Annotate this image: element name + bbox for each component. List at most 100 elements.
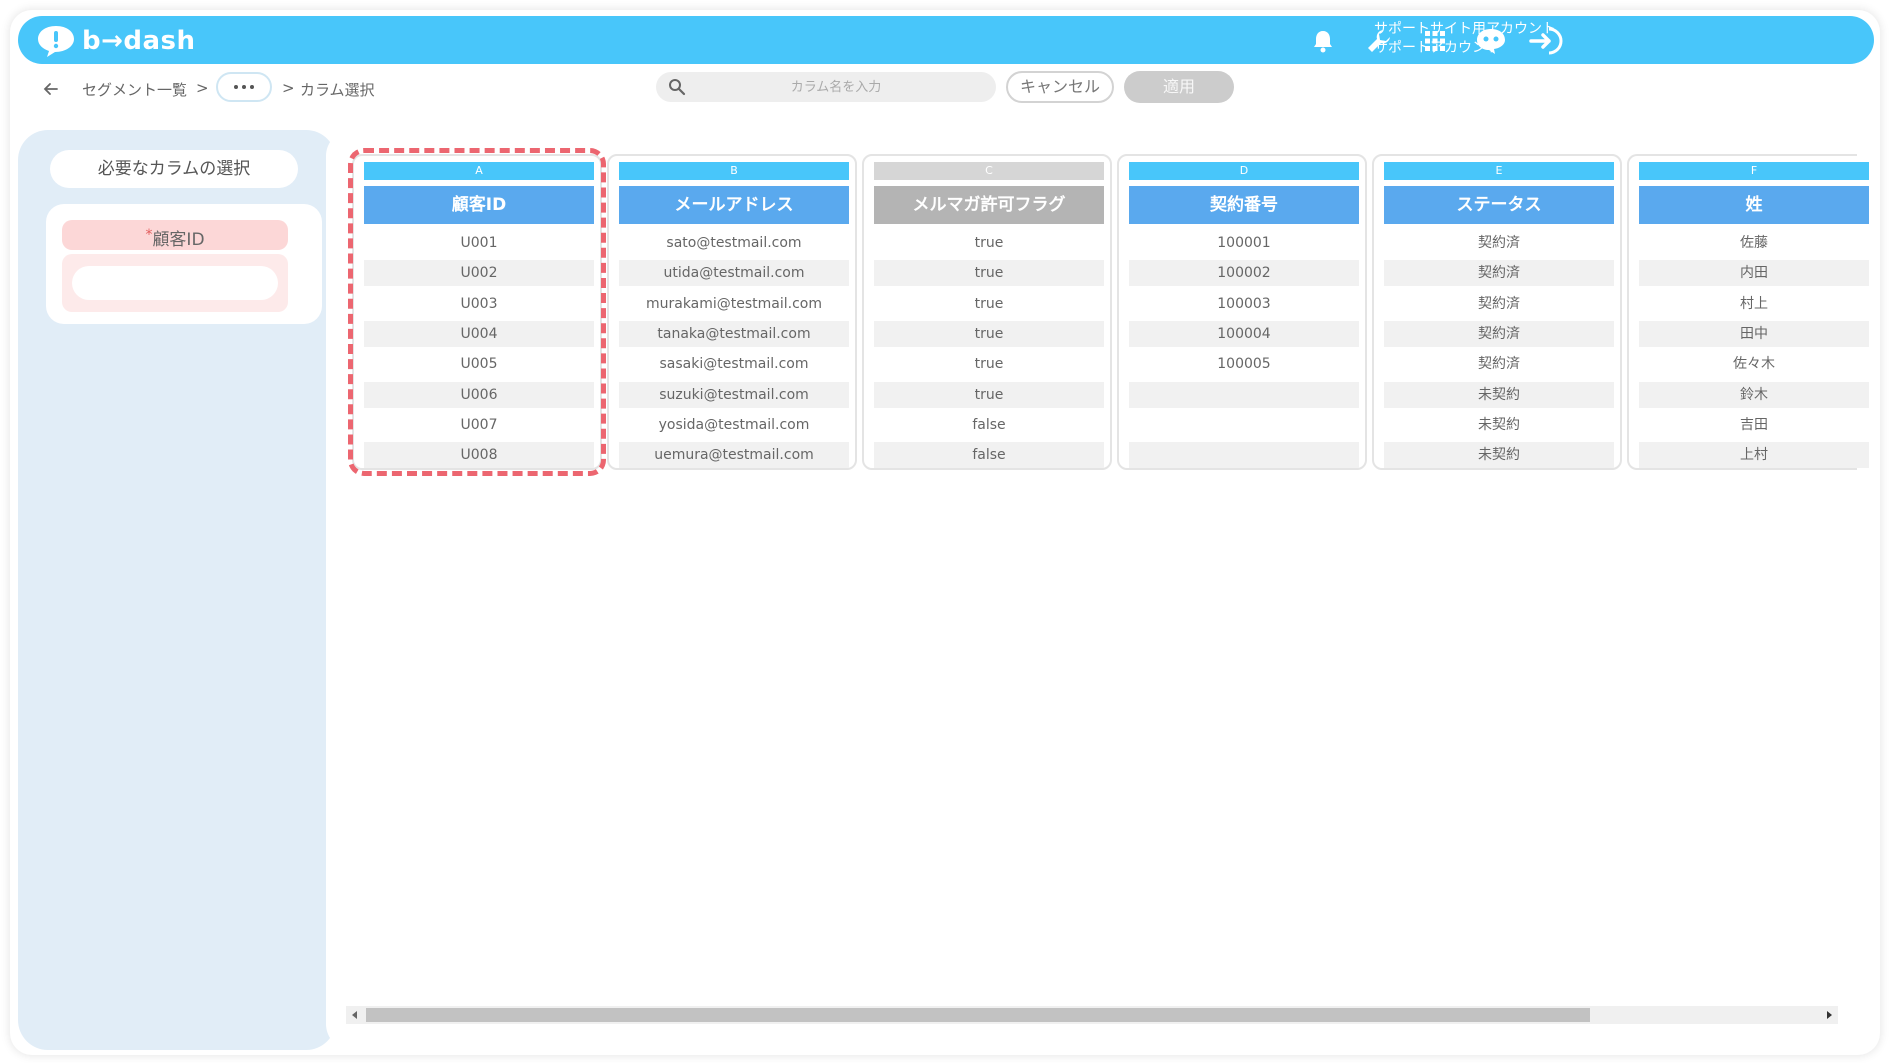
column-cell: 100003 <box>1217 295 1271 312</box>
scroll-left-icon[interactable] <box>349 1009 361 1021</box>
column-cell: 上村 <box>1639 442 1869 469</box>
breadcrumb-segment-list[interactable]: セグメント一覧 <box>82 79 187 100</box>
column-cell: tanaka@testmail.com <box>619 320 849 347</box>
horizontal-scrollbar[interactable] <box>346 1006 1838 1024</box>
grid-icon[interactable] <box>1420 26 1450 56</box>
panel-title: 必要なカラムの選択 <box>50 150 298 188</box>
cancel-button[interactable]: キャンセル <box>1006 71 1114 103</box>
column-cell: 100001 <box>1217 235 1271 251</box>
column-cell: U006 <box>364 381 594 408</box>
column-drop-zone[interactable] <box>62 254 288 312</box>
column-cell: 未契約 <box>1384 442 1614 469</box>
column-header[interactable]: ステータス <box>1384 186 1614 224</box>
column-cell <box>1129 381 1359 408</box>
breadcrumb-more-button[interactable] <box>216 72 272 102</box>
column-cell: true <box>974 235 1004 251</box>
column-cell: false <box>972 416 1006 433</box>
column-cell: utida@testmail.com <box>619 260 849 287</box>
column-header[interactable]: 顧客ID <box>364 186 594 224</box>
column-cell: 契約済 <box>1478 295 1520 312</box>
column-cell <box>1129 442 1359 469</box>
column-letter: E <box>1384 162 1614 180</box>
column-letter: D <box>1129 162 1359 180</box>
column-letter: C <box>874 162 1104 180</box>
column-cell: 村上 <box>1740 295 1768 312</box>
column-card-d[interactable]: D 契約番号 100001 100002 100003 100004 100005 <box>1117 154 1367 470</box>
breadcrumb-separator: > <box>196 79 209 97</box>
apply-button[interactable]: 適用 <box>1124 71 1234 103</box>
column-card-e[interactable]: E ステータス 契約済 契約済 契約済 契約済 契約済 未契約 未契約 未契約 <box>1372 154 1622 470</box>
column-cell: 契約済 <box>1384 320 1614 347</box>
column-cell: true <box>974 356 1004 373</box>
toolbar: セグメント一覧 > > カラム選択 キャンセル 適用 <box>10 68 1880 112</box>
logo-bubble-icon <box>38 26 74 57</box>
column-cell: U002 <box>364 260 594 287</box>
column-header[interactable]: メルマガ許可フラグ <box>874 186 1104 224</box>
column-card-f[interactable]: F 姓佐藤内田村上田中佐々木鈴木吉田上村 <box>1627 154 1869 470</box>
column-cell: U007 <box>460 416 498 433</box>
column-cell: true <box>974 295 1004 312</box>
column-cell <box>1129 412 1359 438</box>
column-cell: sato@testmail.com <box>666 235 802 251</box>
column-preview-area: A 顧客ID U001 U002 U003 U004 U005 U006 U007 U008 B メー… <box>326 130 1872 1050</box>
scrollbar-thumb[interactable] <box>366 1008 1590 1022</box>
column-cell: 佐々木 <box>1733 356 1775 373</box>
column-cell: uemura@testmail.com <box>619 442 849 469</box>
column-cell: 100005 <box>1217 356 1271 373</box>
required-column-item[interactable]: *顧客ID <box>62 220 288 250</box>
column-cell: 契約済 <box>1478 356 1520 373</box>
column-cell: 未契約 <box>1478 416 1520 433</box>
column-card-b[interactable]: B メールアドレス sato@testmail.com utida@testmail.… <box>607 154 857 470</box>
dot-icon <box>234 85 238 89</box>
column-card-a[interactable]: A 顧客ID U001 U002 U003 U004 U005 U006 U007 U008 <box>352 154 602 470</box>
required-column-label: 顧客ID <box>152 230 205 250</box>
scroll-right-icon[interactable] <box>1823 1009 1835 1021</box>
column-cell: 鈴木 <box>1639 381 1869 408</box>
column-search[interactable] <box>656 72 996 102</box>
column-cell: 100004 <box>1129 320 1359 347</box>
top-header: b→dash サポートサイト用アカウント サポートアカウント <box>18 16 1874 64</box>
chat-bot-icon[interactable] <box>1474 26 1508 56</box>
column-cell: yosida@testmail.com <box>658 416 810 433</box>
dot-icon <box>250 85 254 89</box>
back-arrow-icon[interactable] <box>40 78 62 100</box>
column-cell: U008 <box>364 442 594 469</box>
column-cell: true <box>874 320 1104 347</box>
column-letter: B <box>619 162 849 180</box>
column-letter: A <box>364 162 594 180</box>
column-cell: true <box>874 260 1104 287</box>
column-drop-slot[interactable] <box>72 266 278 300</box>
column-cell: 田中 <box>1639 320 1869 347</box>
column-cell: 100002 <box>1129 260 1359 287</box>
required-columns-panel: 必要なカラムの選択 *顧客ID <box>18 130 336 1050</box>
logo[interactable]: b→dash <box>36 24 196 58</box>
column-cell: U004 <box>364 320 594 347</box>
required-column-box: *顧客ID <box>46 204 322 324</box>
column-card-c[interactable]: C メルマガ許可フラグ true true true true true true false f… <box>862 154 1112 470</box>
breadcrumb-current: カラム選択 <box>300 81 375 99</box>
column-cell: 契約済 <box>1478 235 1520 251</box>
column-header[interactable]: 契約番号 <box>1129 186 1359 224</box>
bell-icon[interactable] <box>1308 26 1338 56</box>
search-input[interactable] <box>696 75 976 99</box>
column-cell: 未契約 <box>1384 381 1614 408</box>
column-cell: 内田 <box>1639 260 1869 287</box>
column-cell: 佐藤 <box>1740 235 1768 251</box>
column-cell: false <box>874 442 1104 469</box>
column-cell: 吉田 <box>1740 416 1768 433</box>
column-cell: U005 <box>460 356 498 373</box>
dot-icon <box>242 85 246 89</box>
column-header[interactable]: 姓 <box>1639 186 1869 224</box>
wrench-icon[interactable] <box>1364 26 1394 56</box>
column-cell: suzuki@testmail.com <box>619 381 849 408</box>
column-cell: sasaki@testmail.com <box>659 356 809 373</box>
column-cell: U003 <box>460 295 498 312</box>
search-icon <box>669 79 686 96</box>
column-cell: 契約済 <box>1384 260 1614 287</box>
logo-text: b→dash <box>82 26 196 56</box>
column-letter: F <box>1639 162 1869 180</box>
logout-icon[interactable] <box>1528 26 1564 56</box>
column-header[interactable]: メールアドレス <box>619 186 849 224</box>
column-cell: murakami@testmail.com <box>645 295 823 312</box>
breadcrumb-separator: > <box>282 79 295 97</box>
